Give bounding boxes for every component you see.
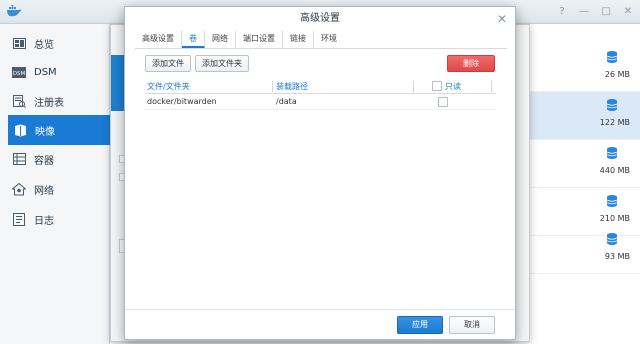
sidebar-item-label: 映像 (35, 126, 55, 138)
sidebar-item-label: 容器 (34, 155, 54, 167)
help-icon[interactable]: ? (556, 5, 568, 18)
database-icon (606, 195, 618, 207)
image-row[interactable]: 93 MB (525, 226, 640, 274)
dsm-icon: DSM (12, 65, 26, 79)
sidebar-item-overview[interactable]: 总览 (0, 28, 110, 58)
readonly-select-all-checkbox[interactable] (432, 81, 442, 91)
cell-mount-path: /data (276, 97, 297, 106)
header-readonly: 只读 (445, 82, 461, 91)
add-file-button[interactable]: 添加文件 (145, 55, 191, 72)
maximize-icon[interactable]: □ (600, 5, 612, 18)
cell-file-folder: docker/bitwarden (147, 97, 217, 106)
column-divider (272, 81, 273, 92)
log-icon (12, 212, 26, 226)
sidebar-item-label: DSM (34, 66, 57, 78)
sidebar-item-label: 网络 (34, 185, 54, 197)
close-window-icon[interactable]: ✕ (622, 5, 634, 18)
tab-links[interactable]: 链接 (283, 31, 314, 48)
sidebar-item-label: 注册表 (34, 97, 64, 109)
sidebar-item-image[interactable]: 映像 (8, 115, 110, 145)
header-mount-path[interactable]: 装载路径 (276, 80, 308, 93)
table-header: 文件/文件夹 装载路径 只读 (145, 80, 496, 94)
sidebar-item-container[interactable]: 容器 (0, 144, 110, 174)
image-size: 440 MB (599, 166, 630, 175)
readonly-checkbox[interactable] (438, 97, 448, 107)
cancel-button[interactable]: 取消 (449, 316, 495, 334)
overview-icon (12, 36, 26, 50)
image-row[interactable]: 122 MB (525, 92, 640, 140)
tab-environment[interactable]: 环境 (314, 31, 344, 48)
delete-button[interactable]: 删除 (447, 55, 495, 72)
table-row[interactable]: docker/bitwarden /data (145, 94, 496, 110)
sidebar-item-label: 总览 (34, 39, 54, 51)
svg-text:DSM: DSM (13, 71, 26, 77)
image-size: 210 MB (599, 214, 630, 223)
volume-table: 文件/文件夹 装载路径 只读 docker/bitwarden /data (145, 80, 496, 110)
sidebar-item-dsm[interactable]: DSM DSM (0, 57, 110, 87)
image-row[interactable]: 440 MB (525, 140, 640, 188)
column-divider (413, 81, 414, 92)
sidebar-item-log[interactable]: 日志 (0, 204, 110, 234)
tab-volume[interactable]: 卷 (182, 31, 205, 48)
sidebar-item-registry[interactable]: 注册表 (0, 86, 110, 116)
apply-button[interactable]: 应用 (397, 316, 443, 334)
image-size: 93 MB (604, 252, 630, 261)
image-icon (13, 123, 27, 137)
docker-whale-icon (7, 5, 22, 17)
image-size: 122 MB (599, 118, 630, 127)
tab-advanced-settings[interactable]: 高级设置 (135, 31, 182, 48)
sidebar-item-network[interactable]: 网络 (0, 174, 110, 204)
column-divider (491, 81, 492, 92)
container-icon (12, 152, 26, 166)
image-row[interactable]: 26 MB (525, 44, 640, 92)
add-folder-button[interactable]: 添加文件夹 (195, 55, 249, 72)
network-icon (12, 182, 26, 196)
tab-bar: 高级设置 卷 网络 端口设置 链接 环境 (135, 31, 507, 49)
tab-network[interactable]: 网络 (205, 31, 236, 48)
database-icon (606, 233, 618, 245)
image-size: 26 MB (604, 70, 630, 79)
database-icon (606, 147, 618, 159)
database-icon (606, 99, 618, 111)
minimize-icon[interactable]: — (578, 5, 590, 18)
sidebar-item-label: 日志 (34, 215, 54, 227)
header-file-folder[interactable]: 文件/文件夹 (147, 80, 190, 93)
dialog-title: 高级设置 (300, 13, 340, 24)
close-icon[interactable]: ✕ (497, 12, 507, 26)
advanced-settings-dialog: 高级设置 ✕ 高级设置 卷 网络 端口设置 链接 环境 添加文件 添加文件夹 删… (124, 6, 516, 340)
tab-port-settings[interactable]: 端口设置 (236, 31, 283, 48)
database-icon (606, 51, 618, 63)
registry-icon (12, 94, 26, 108)
sidebar: 总览 DSM DSM 注册表 映像 容器 网络 日志 (0, 24, 110, 344)
